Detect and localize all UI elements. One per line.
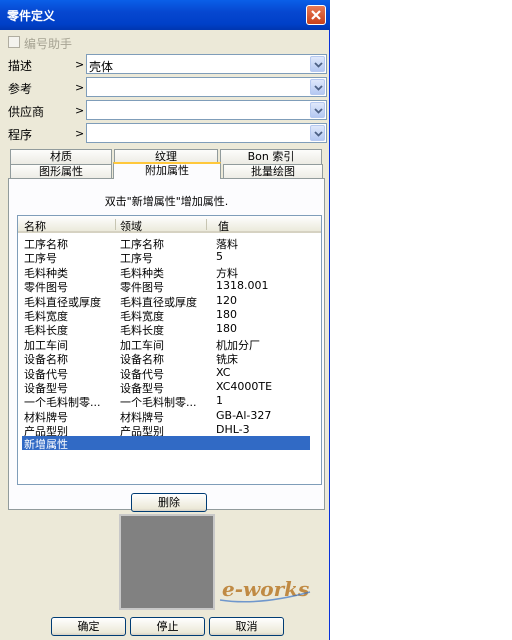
window-title: 零件定义 bbox=[7, 9, 56, 23]
table-row[interactable]: 设备型号 设备型号 XC4000TE bbox=[18, 380, 321, 395]
preview-thumbnail bbox=[119, 514, 215, 610]
program-combobox[interactable] bbox=[86, 123, 327, 143]
column-header-value[interactable]: 值 bbox=[218, 218, 229, 234]
column-header-domain[interactable]: 领域 bbox=[120, 218, 142, 234]
table-row[interactable]: 设备名称 设备名称 铣床 bbox=[18, 351, 321, 366]
title-bar[interactable]: 零件定义 bbox=[0, 0, 330, 30]
program-label: 程序 bbox=[8, 128, 33, 142]
supplier-label: 供应商 bbox=[8, 105, 45, 119]
part-definition-dialog: 零件定义 编号助手 描述 > 壳体 参考 > 供应商 > 程序 > 材质 纹理 … bbox=[0, 0, 330, 640]
list-header: 名称 领域 值 bbox=[18, 216, 321, 233]
program-arrow: > bbox=[75, 127, 85, 140]
close-button[interactable] bbox=[306, 5, 326, 25]
table-row[interactable]: 毛料种类 毛料种类 方料 bbox=[18, 265, 321, 280]
properties-list[interactable]: 名称 领域 值 工序名称 工序名称 落料 工序号 工序号 5 毛料种类 毛料种类 方料 零件图号零… bbox=[17, 215, 322, 485]
column-header-name[interactable]: 名称 bbox=[24, 218, 46, 234]
additional-properties-panel: 双击"新增属性"增加属性. 名称 领域 值 工序名称 工序名称 落料 工序号 工序号 5 毛… bbox=[8, 178, 325, 512]
cell-value: GB-Al-327 bbox=[216, 408, 272, 422]
cell-value: DHL-3 bbox=[216, 423, 250, 437]
reference-arrow: > bbox=[75, 81, 85, 94]
stop-button[interactable]: 停止 bbox=[130, 617, 205, 636]
tab-material[interactable]: 材质 bbox=[10, 149, 112, 164]
new-property-row[interactable]: 新增属性 bbox=[22, 436, 310, 451]
description-combobox[interactable]: 壳体 bbox=[86, 54, 327, 74]
column-divider[interactable] bbox=[206, 219, 207, 230]
supplier-arrow: > bbox=[75, 104, 85, 117]
supplier-combobox[interactable] bbox=[86, 100, 327, 120]
table-row[interactable]: 加工车间 加工车间 机加分厂 bbox=[18, 337, 321, 352]
cell-value: 180 bbox=[216, 322, 237, 336]
reference-combobox[interactable] bbox=[86, 77, 327, 97]
table-row[interactable]: 毛料宽度 毛料宽度 180 bbox=[18, 308, 321, 323]
numbering-helper-label: 编号助手 bbox=[24, 37, 73, 51]
cell-value: 120 bbox=[216, 293, 237, 307]
supplier-dropdown-button[interactable] bbox=[310, 102, 325, 118]
table-row[interactable]: 零件图号 零件图号 1318.001 bbox=[18, 279, 321, 294]
table-row[interactable]: 毛料长度 毛料长度 180 bbox=[18, 322, 321, 337]
close-icon bbox=[311, 10, 321, 20]
cancel-button[interactable]: 取消 bbox=[209, 617, 284, 636]
reference-dropdown-button[interactable] bbox=[310, 79, 325, 95]
new-property-label: 新增属性 bbox=[24, 438, 68, 451]
cell-value: 1318.001 bbox=[216, 279, 269, 293]
chevron-down-icon bbox=[314, 62, 323, 68]
tab-batch-drawing[interactable]: 批量绘图 bbox=[223, 164, 323, 179]
cell-value: 1 bbox=[216, 394, 223, 408]
table-row[interactable]: 工序名称 工序名称 落料 bbox=[18, 236, 321, 251]
program-dropdown-button[interactable] bbox=[310, 125, 325, 141]
numbering-helper-checkbox[interactable] bbox=[8, 36, 20, 48]
table-row[interactable]: 设备代号 设备代号 XC bbox=[18, 365, 321, 381]
ok-button[interactable]: 确定 bbox=[51, 617, 126, 636]
tab-additional-properties[interactable]: 附加属性 bbox=[113, 162, 221, 179]
chevron-down-icon bbox=[314, 131, 323, 137]
chevron-down-icon bbox=[314, 85, 323, 91]
hint-text: 双击"新增属性"增加属性. bbox=[104, 195, 229, 208]
svg-text:e-works: e-works bbox=[222, 577, 309, 601]
table-row[interactable]: 毛料直径或厚度 毛料直径或厚度 120 bbox=[18, 293, 321, 309]
description-label: 描述 bbox=[8, 59, 33, 73]
e-works-watermark: e-works bbox=[219, 577, 311, 603]
cell-value: 180 bbox=[216, 308, 237, 321]
description-arrow: > bbox=[75, 58, 85, 71]
tab-bom-index[interactable]: Bon 索引 bbox=[220, 149, 322, 164]
column-divider[interactable] bbox=[115, 219, 116, 230]
chevron-down-icon bbox=[314, 108, 323, 114]
cell-value: 5 bbox=[216, 250, 223, 264]
cell-value: XC bbox=[216, 365, 231, 379]
delete-button[interactable]: 删除 bbox=[131, 493, 207, 512]
table-row[interactable]: 工序号 工序号 5 bbox=[18, 250, 321, 265]
tab-graphic-properties[interactable]: 图形属性 bbox=[10, 164, 112, 179]
table-row[interactable]: 一个毛料制零... 一个毛料制零... 1 bbox=[18, 394, 321, 409]
description-value: 壳体 bbox=[89, 60, 114, 74]
description-dropdown-button[interactable] bbox=[310, 56, 325, 72]
reference-label: 参考 bbox=[8, 82, 33, 96]
table-row[interactable]: 材料牌号 材料牌号 GB-Al-327 bbox=[18, 408, 321, 424]
cell-value: XC4000TE bbox=[216, 380, 273, 393]
